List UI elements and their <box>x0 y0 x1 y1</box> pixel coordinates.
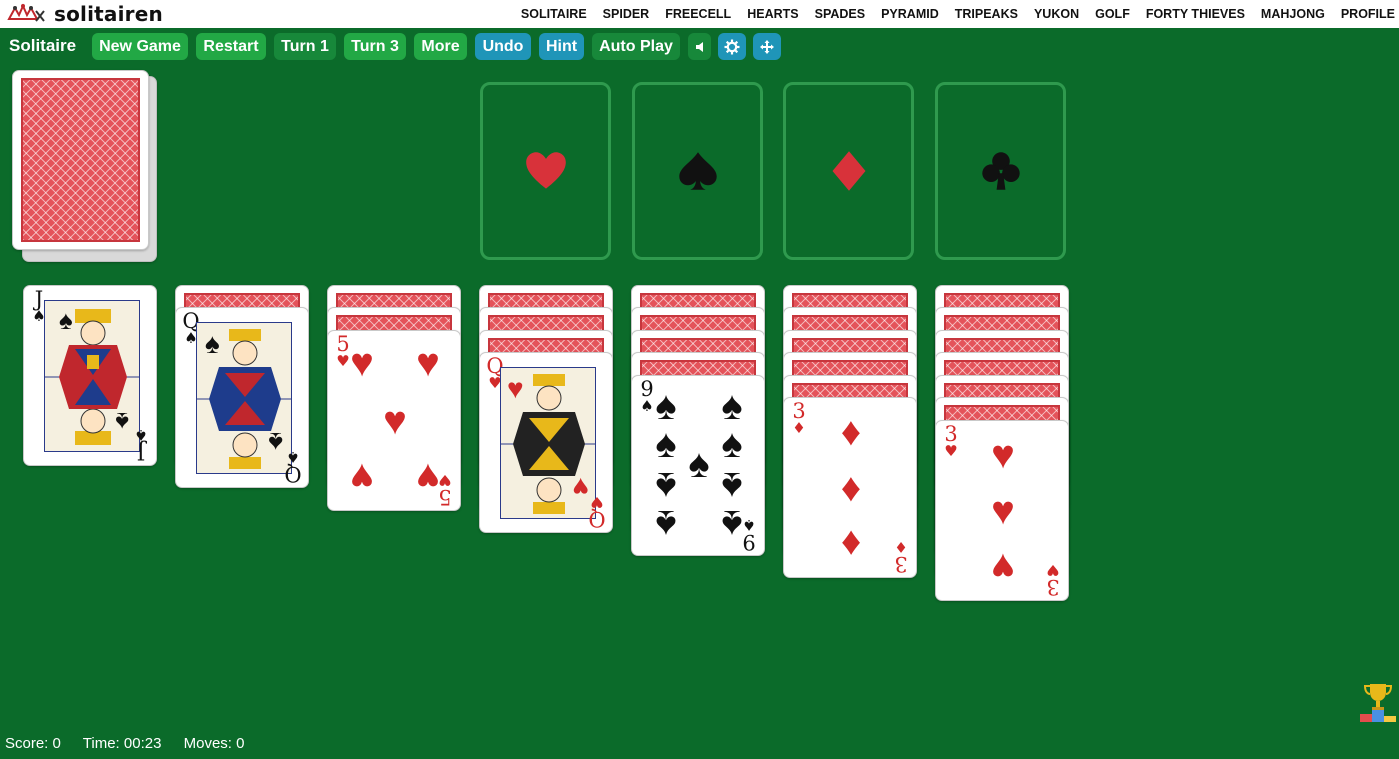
nav-spider[interactable]: SPIDER <box>603 7 650 21</box>
nav-freecell[interactable]: FREECELL <box>665 7 731 21</box>
move-button[interactable] <box>753 33 781 60</box>
foundation-clubs[interactable] <box>935 82 1066 260</box>
card-index-bottom: 3 ♦ <box>894 538 908 576</box>
club-icon <box>981 152 1020 190</box>
jack-face-art: ♠ ♠ <box>44 300 140 452</box>
foundation-spades[interactable] <box>632 82 763 260</box>
svg-text:♠: ♠ <box>115 407 129 437</box>
card-index-top: 3 ♥ <box>944 422 958 460</box>
move-arrows-icon <box>760 39 774 54</box>
nav-forty-thieves[interactable]: FORTY THIEVES <box>1146 7 1245 21</box>
nav-tripeaks[interactable]: TRIPEAKS <box>955 7 1018 21</box>
spade-pip: ♠ <box>721 464 743 508</box>
heart-pip: ♥ <box>383 399 407 443</box>
restart-button[interactable]: Restart <box>196 33 266 60</box>
tableau-card-five-hearts[interactable]: 5 ♥ ♥ ♥ ♥ ♥ ♥ 5 ♥ <box>327 330 461 511</box>
diamond-pip: ♦ <box>840 410 862 454</box>
heart-pip: ♥ <box>991 489 1015 533</box>
heart-pip: ♥ <box>350 341 374 385</box>
tableau-card-queen-spades[interactable]: Q ♠ ♠ ♠ Q ♠ <box>175 307 309 488</box>
spade-icon <box>678 152 717 190</box>
card-index-top: 3 ♦ <box>792 399 806 437</box>
card-index-bottom: Q ♠ <box>284 448 302 486</box>
stock-pile[interactable] <box>12 70 149 250</box>
card-index-bottom: 5 ♥ <box>438 471 452 509</box>
gear-icon <box>724 39 740 54</box>
nav-golf[interactable]: GOLF <box>1095 7 1130 21</box>
nav-solitaire[interactable]: SOLITAIRE <box>521 7 587 21</box>
nav-yukon[interactable]: YUKON <box>1034 7 1079 21</box>
tableau-card-jack-spades[interactable]: J ♠ ♠ ♠ J ♠ <box>23 285 157 466</box>
tableau-card-queen-hearts[interactable]: Q ♥ ♥ ♥ Q ♥ <box>479 352 613 533</box>
brand-name: solitairen <box>54 2 163 26</box>
nav-hearts[interactable]: HEARTS <box>747 7 798 21</box>
queen-face-art: ♠ ♠ <box>196 322 292 474</box>
svg-text:♥: ♥ <box>507 373 524 404</box>
card-index-bottom: J ♠ <box>134 426 148 464</box>
time-label: Time: 00:23 <box>82 735 162 752</box>
tableau-card-three-diamonds[interactable]: 3 ♦ ♦ ♦ ♦ 3 ♦ <box>783 397 917 578</box>
card-back-pattern <box>21 78 140 242</box>
diamond-pip: ♦ <box>840 466 862 510</box>
status-bar: Score: 0 Time: 00:23 Moves: 0 <box>5 735 262 752</box>
cards-logo-icon <box>7 3 45 22</box>
moves-label: Moves: 0 <box>183 735 245 752</box>
heart-pip: ♥ <box>991 433 1015 477</box>
svg-text:♠: ♠ <box>268 427 283 458</box>
top-navigation-bar: solitairen SOLITAIRE SPIDER FREECELL HEA… <box>0 0 1399 28</box>
card-index-bottom: 9 ♠ <box>742 516 756 554</box>
auto-play-button[interactable]: Auto Play <box>592 33 680 60</box>
nav-mahjong[interactable]: MAHJONG <box>1261 7 1325 21</box>
heart-pip: ♥ <box>350 455 374 499</box>
nav-pyramid[interactable]: PYRAMID <box>881 7 939 21</box>
brand-logo[interactable]: solitairen <box>6 2 163 26</box>
heart-icon <box>525 152 566 189</box>
diamond-pip: ♦ <box>840 522 862 566</box>
heart-pip: ♥ <box>416 341 440 385</box>
foundation-hearts[interactable] <box>480 82 611 260</box>
spade-pip: ♠ <box>655 384 677 428</box>
queen-face-art: ♥ ♥ <box>500 367 596 519</box>
undo-button[interactable]: Undo <box>475 33 531 60</box>
card-index-bottom: Q ♥ <box>588 493 606 531</box>
score-label: Score: 0 <box>5 735 61 752</box>
new-game-button[interactable]: New Game <box>92 33 188 60</box>
game-nav: SOLITAIRE SPIDER FREECELL HEARTS SPADES … <box>505 0 1395 28</box>
game-title: Solitaire <box>9 36 77 55</box>
diamond-icon <box>832 151 865 191</box>
turn-3-button[interactable]: Turn 3 <box>344 33 406 60</box>
turn-1-button[interactable]: Turn 1 <box>274 33 336 60</box>
heart-pip: ♥ <box>991 545 1015 589</box>
spade-pip: ♠ <box>655 464 677 508</box>
game-toolbar: Solitaire New Game Restart Turn 1 Turn 3… <box>0 32 1399 62</box>
svg-text:♠: ♠ <box>205 328 220 359</box>
tableau-card-three-hearts[interactable]: 3 ♥ ♥ ♥ ♥ 3 ♥ <box>935 420 1069 601</box>
nav-profile[interactable]: PROFILE <box>1341 7 1395 21</box>
trophy-icon[interactable] <box>1358 682 1398 724</box>
svg-text:♠: ♠ <box>59 305 73 335</box>
speaker-icon <box>695 41 703 52</box>
settings-button[interactable] <box>718 33 746 60</box>
svg-text:♥: ♥ <box>572 472 589 503</box>
spade-pip: ♠ <box>721 384 743 428</box>
spade-pip: ♠ <box>655 502 677 546</box>
sound-button[interactable] <box>688 33 711 60</box>
tableau-card-nine-spades[interactable]: 9 ♠ ♠ ♠ ♠ ♠ ♠ ♠ ♠ ♠ ♠ 9 ♠ <box>631 375 765 556</box>
more-button[interactable]: More <box>414 33 467 60</box>
nav-spades[interactable]: SPADES <box>815 7 865 21</box>
foundation-diamonds[interactable] <box>783 82 914 260</box>
card-index-bottom: 3 ♥ <box>1046 561 1060 599</box>
hint-button[interactable]: Hint <box>539 33 584 60</box>
